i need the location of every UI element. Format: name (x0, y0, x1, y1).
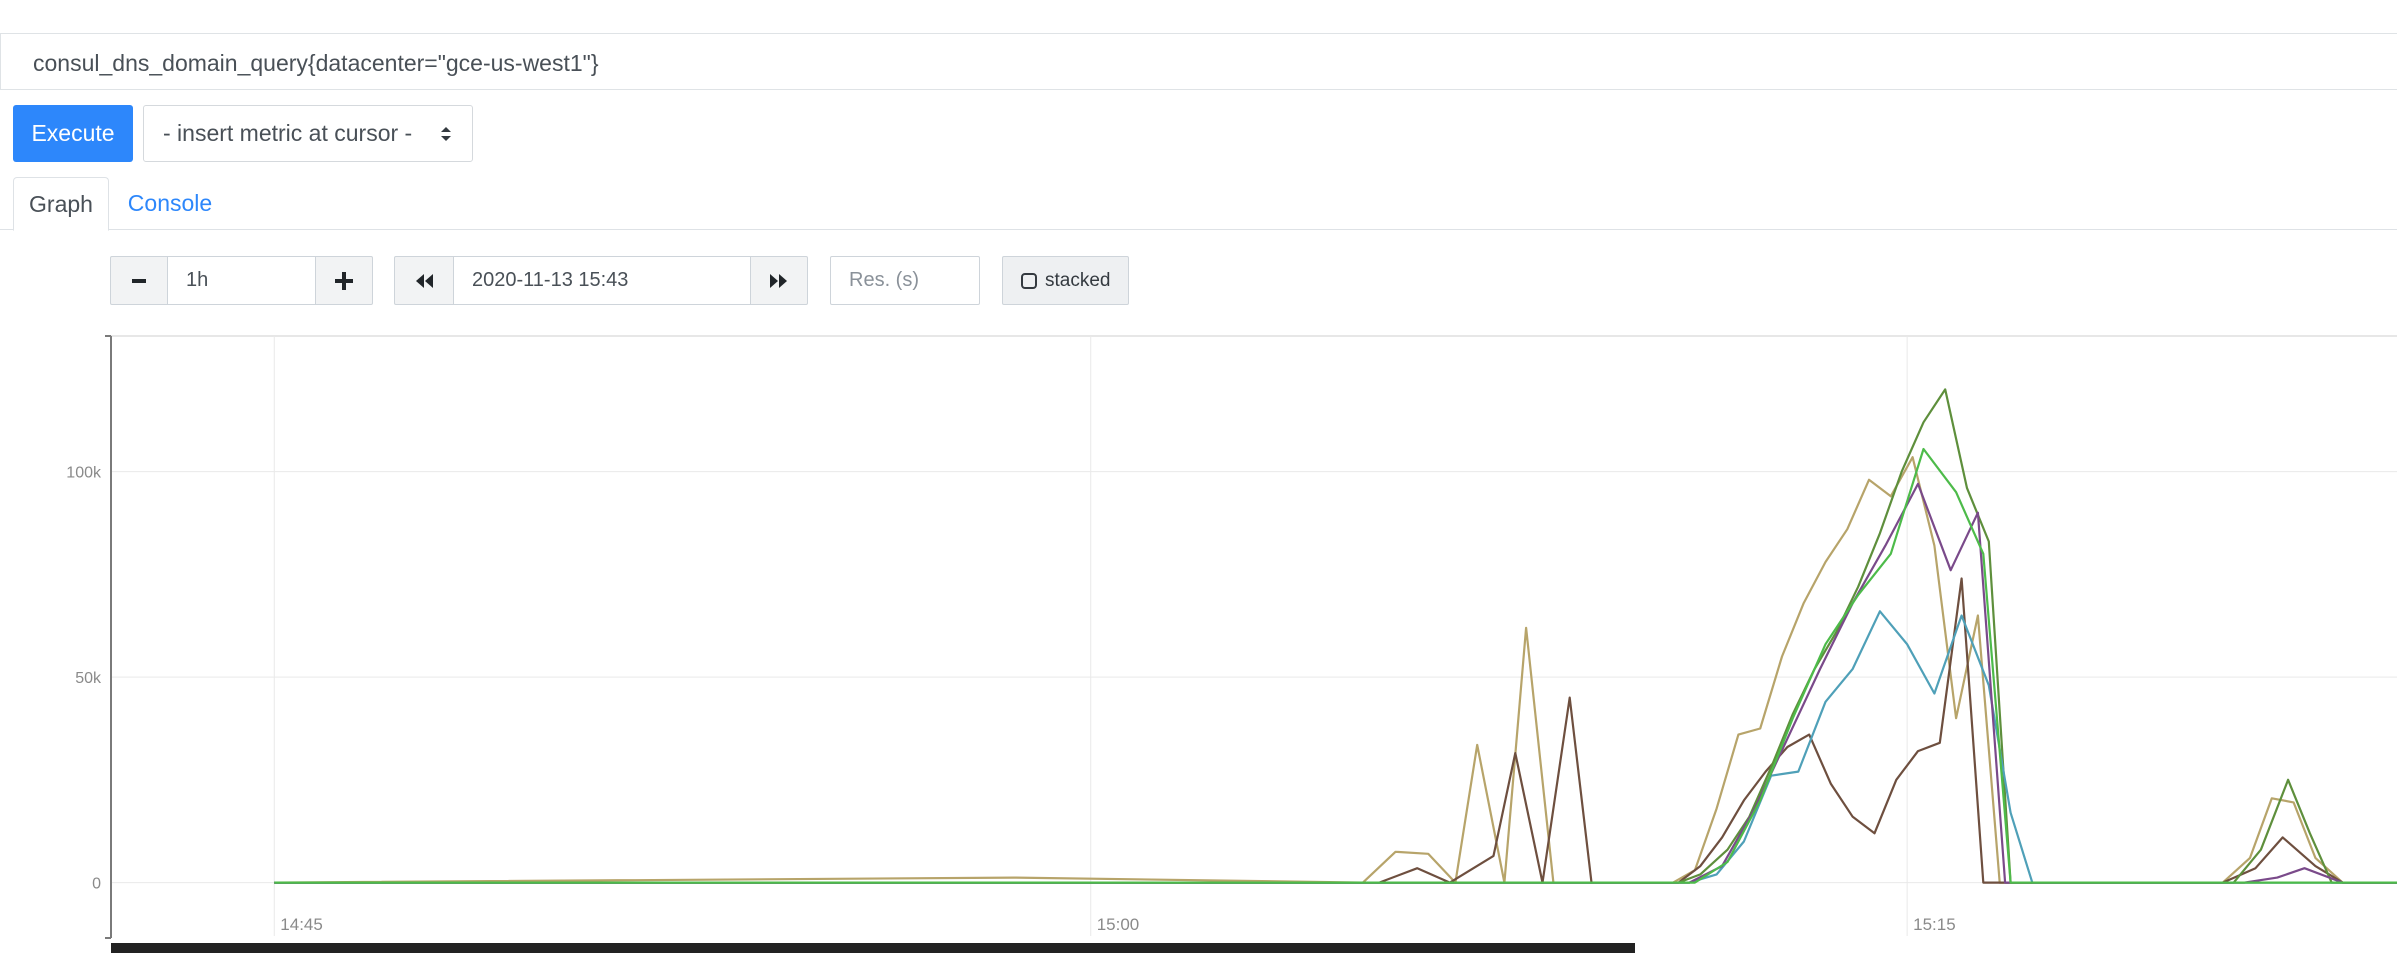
range-input[interactable]: 1h (167, 256, 316, 305)
graph-chart[interactable]: 0 50k 100k 14:45 15:00 15:15 (0, 330, 2397, 953)
execute-button[interactable]: Execute (13, 105, 133, 162)
select-arrows-icon (441, 127, 451, 141)
x-tick-label: 15:00 (1097, 915, 1140, 934)
plus-icon (335, 271, 353, 290)
series-line-2 (274, 388, 2397, 884)
double-chevron-left-icon (416, 273, 433, 288)
end-time-input[interactable]: 2020-11-13 15:43 (453, 256, 751, 305)
tab-graph[interactable]: Graph (13, 177, 109, 231)
range-decrease-button[interactable] (110, 256, 168, 305)
legend-scrollbar[interactable] (111, 943, 1635, 953)
graph-chart-svg: 0 50k 100k 14:45 15:00 15:15 (66, 335, 2397, 939)
tab-console[interactable]: Console (110, 177, 230, 229)
range-increase-button[interactable] (315, 256, 373, 305)
tab-bar-divider (0, 229, 2397, 230)
query-expression-text: consul_dns_domain_query{datacenter="gce-… (33, 50, 599, 76)
time-forward-button[interactable] (750, 256, 808, 305)
double-chevron-right-icon (770, 273, 787, 288)
y-tick-label: 0 (92, 876, 101, 893)
time-back-button[interactable] (394, 256, 454, 305)
x-tick-label: 14:45 (280, 915, 323, 934)
minus-icon (132, 278, 146, 283)
resolution-input[interactable]: Res. (s) (830, 256, 980, 305)
insert-metric-select[interactable]: - insert metric at cursor - (143, 105, 473, 162)
series-line-3 (274, 610, 2397, 884)
stacked-toggle-button[interactable]: stacked (1002, 256, 1129, 305)
checkbox-icon (1021, 272, 1037, 289)
resolution-placeholder: Res. (s) (849, 269, 919, 291)
series-line-5 (274, 447, 2397, 884)
insert-metric-select-value: - insert metric at cursor - (163, 120, 413, 146)
x-tick-label: 15:15 (1913, 915, 1956, 934)
stacked-label: stacked (1045, 269, 1111, 291)
y-tick-label: 100k (66, 465, 102, 482)
series-line-1 (274, 577, 2397, 884)
series-line-0 (274, 456, 2397, 884)
series-line-4 (274, 482, 2397, 884)
y-tick-label: 50k (75, 670, 102, 687)
query-expression-input[interactable]: consul_dns_domain_query{datacenter="gce-… (0, 33, 2397, 90)
